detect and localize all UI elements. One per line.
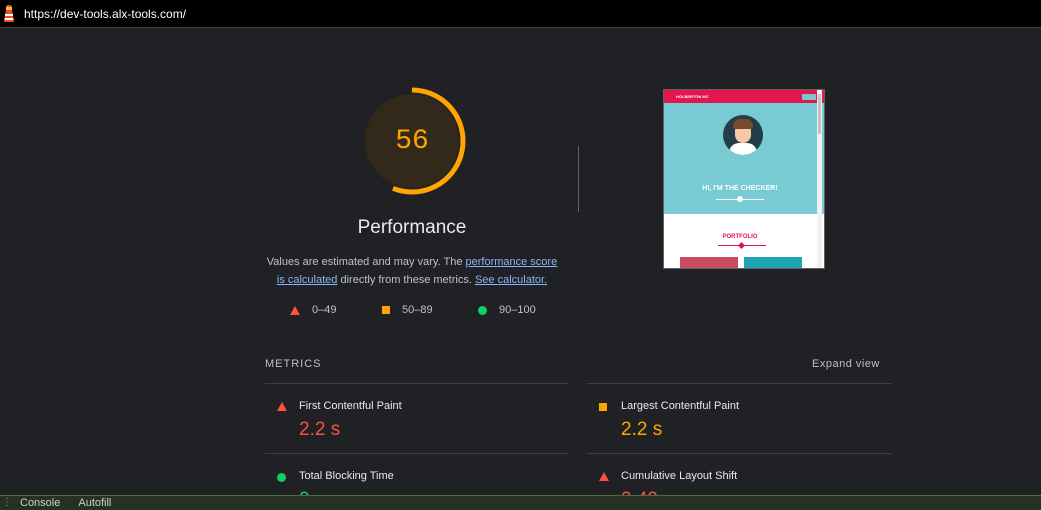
tab-console[interactable]: Console: [20, 497, 60, 509]
metric-value: 2.2 s: [621, 419, 663, 440]
pass-circle-icon: [478, 305, 487, 315]
thumb-card: [680, 257, 738, 268]
vertical-divider: [578, 146, 579, 212]
pass-circle-icon: [277, 473, 286, 482]
score-description: Values are estimated and may vary. The p…: [262, 253, 562, 289]
legend-range: 90–100: [499, 304, 536, 316]
page-url[interactable]: https://dev-tools.alx-tools.com/: [24, 7, 186, 21]
thumb-nav-button: [802, 93, 816, 100]
performance-score: 56: [395, 125, 429, 157]
average-square-icon: [382, 306, 390, 314]
desc-prefix: Values are estimated and may vary. The: [266, 256, 466, 268]
lighthouse-icon: [2, 4, 16, 24]
metric-lcp: Largest Contentful Paint 2.2 s: [599, 397, 879, 457]
thumb-section-title: PORTFOLIO: [722, 234, 758, 240]
thumb-card: [744, 257, 802, 268]
fail-triangle-icon: [290, 305, 300, 315]
average-square-icon: [599, 403, 607, 411]
performance-title: Performance: [357, 217, 467, 238]
see-calculator-link[interactable]: See calculator.: [475, 274, 547, 286]
score-legend: 0–49 50–89 90–100: [0, 304, 1041, 320]
legend-item-fail: 0–49: [290, 304, 336, 316]
divider: [265, 383, 569, 384]
metrics-heading: METRICS: [265, 358, 322, 370]
fail-triangle-icon: [277, 402, 287, 411]
metric-value: 2.2 s: [299, 419, 341, 440]
thumb-hero-title: HI, I'M THE CHECKER!: [702, 185, 778, 192]
thumb-brand: HOLBERTON MC: [676, 94, 709, 99]
fail-triangle-icon: [599, 472, 609, 481]
legend-range: 0–49: [312, 304, 337, 316]
address-bar: https://dev-tools.alx-tools.com/: [0, 0, 1041, 28]
legend-item-average: 50–89: [382, 304, 433, 316]
metric-label: Largest Contentful Paint: [621, 400, 740, 412]
expand-view-toggle[interactable]: Expand view: [812, 358, 880, 370]
legend-item-pass: 90–100: [478, 304, 536, 316]
final-screenshot-thumbnail[interactable]: HOLBERTON MC HI, I'M THE CHECKER! PORTFO…: [663, 89, 825, 269]
metric-label: Cumulative Layout Shift: [621, 470, 738, 482]
devtools-drawer-tabs: ⋮ Console Autofill: [0, 495, 1041, 510]
metric-label: Total Blocking Time: [299, 470, 394, 482]
metric-label: First Contentful Paint: [299, 400, 402, 412]
performance-gauge: 56: [357, 86, 467, 196]
tab-autofill[interactable]: Autofill: [78, 497, 111, 509]
divider: [587, 383, 892, 384]
thumb-avatar: [723, 115, 763, 155]
desc-middle: directly from these metrics.: [337, 274, 475, 286]
drawer-menu-icon[interactable]: ⋮: [2, 498, 12, 508]
metric-fcp: First Contentful Paint 2.2 s: [277, 397, 557, 457]
legend-range: 50–89: [402, 304, 433, 316]
